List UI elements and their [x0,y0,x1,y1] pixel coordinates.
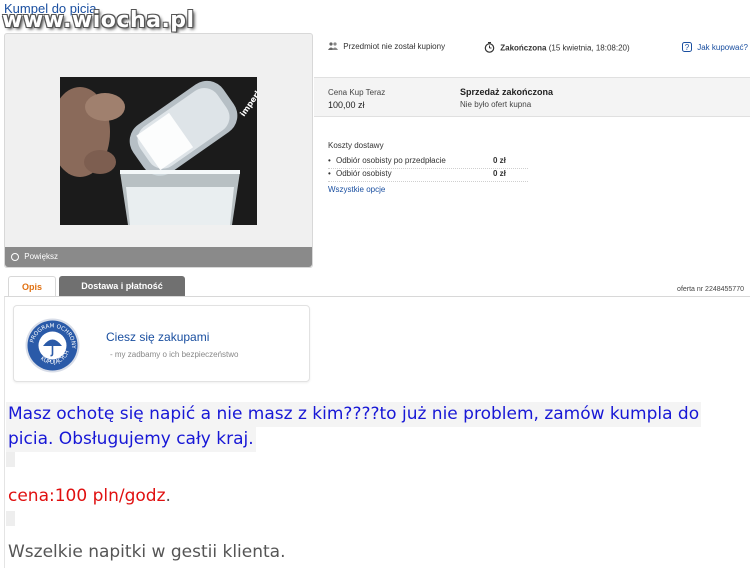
status-bar: Przedmiot nie został kupiony Zakończona … [314,33,750,78]
shipping-option-cost: 0 zł [493,156,506,165]
buyer-protection-badge: PROGRAM OCHRONY KUPUJĄCYCH [24,317,81,374]
product-photo[interactable]: imperkmcluchow [60,77,257,225]
site-watermark: www.wiocha.pl [2,8,195,33]
zoom-button[interactable]: Powiększ [5,247,312,267]
clock-icon [484,42,495,55]
spacer-block [6,452,15,467]
description-line-1: Masz ochotę się napić a nie masz z kim??… [6,402,702,427]
shipping-option-name: Odbiór osobisty [336,169,392,178]
ended-label: Zakończona [500,43,547,53]
price-box: Cena Kup Teraz 100,00 zł Sprzedaż zakońc… [314,77,750,117]
tab-description[interactable]: Opis [8,276,56,297]
spacer-block [6,511,15,526]
description-price-dot: . [165,486,171,506]
shipping-option: • Odbiór osobisty 0 zł [328,169,528,182]
ended-status: Zakończona (15 kwietnia, 18:08:20) [484,42,630,55]
magnifier-icon [11,252,19,261]
ended-date: (15 kwietnia, 18:08:20) [548,43,630,53]
tab-delivery-payment[interactable]: Dostawa i płatność [59,276,185,297]
shipping-costs: Koszty dostawy • Odbiór osobisty po prze… [328,141,528,194]
shipping-option-cost: 0 zł [493,169,506,178]
description-price-text: cena:100 pln/godz [8,486,166,506]
how-to-buy-link[interactable]: ? Jak kupować? [682,42,748,54]
bottle-glass-illustration: imperkmcluchow [60,77,257,225]
offer-number: oferta nr 2248455770 [677,286,744,293]
help-icon: ? [682,42,692,54]
description-line-2: picia. Obsługujemy cały kraj. [6,427,256,452]
description-price: cena:100 pln/godz. [6,484,173,509]
photo-panel: imperkmcluchow Powiększ [4,33,313,268]
shipping-title: Koszty dostawy [328,141,384,150]
shipping-option: • Odbiór osobisty po przedpłacie 0 zł [328,156,528,169]
svg-text:?: ? [685,43,690,52]
buyer-protection-box[interactable]: PROGRAM OCHRONY KUPUJĄCYCH Ciesz się zak… [13,305,310,382]
description-drinks: Wszelkie napitki w gestii klienta. [8,542,286,562]
all-options-link[interactable]: Wszystkie opcje [328,185,528,194]
not-bought-text: Przedmiot nie został kupiony [343,42,446,52]
protection-title: Ciesz się zakupami [106,330,210,344]
sale-status: Sprzedaż zakończona [460,87,554,97]
offers-status: Nie było ofert kupna [460,100,532,109]
bullet: • [328,156,331,165]
description-panel: PROGRAM OCHRONY KUPUJĄCYCH Ciesz się zak… [4,296,750,568]
bullet: • [328,169,331,178]
protection-subtitle: - my zadbamy o ich bezpieczeństwo [110,350,239,359]
users-icon [328,42,338,52]
price-value: 100,00 zł [328,100,365,110]
not-bought-status: Przedmiot nie został kupiony [328,42,445,52]
shipping-option-name: Odbiór osobisty po przedpłacie [336,156,446,165]
price-label: Cena Kup Teraz [328,88,386,97]
zoom-label: Powiększ [24,252,59,261]
how-to-buy-text: Jak kupować? [697,43,748,53]
